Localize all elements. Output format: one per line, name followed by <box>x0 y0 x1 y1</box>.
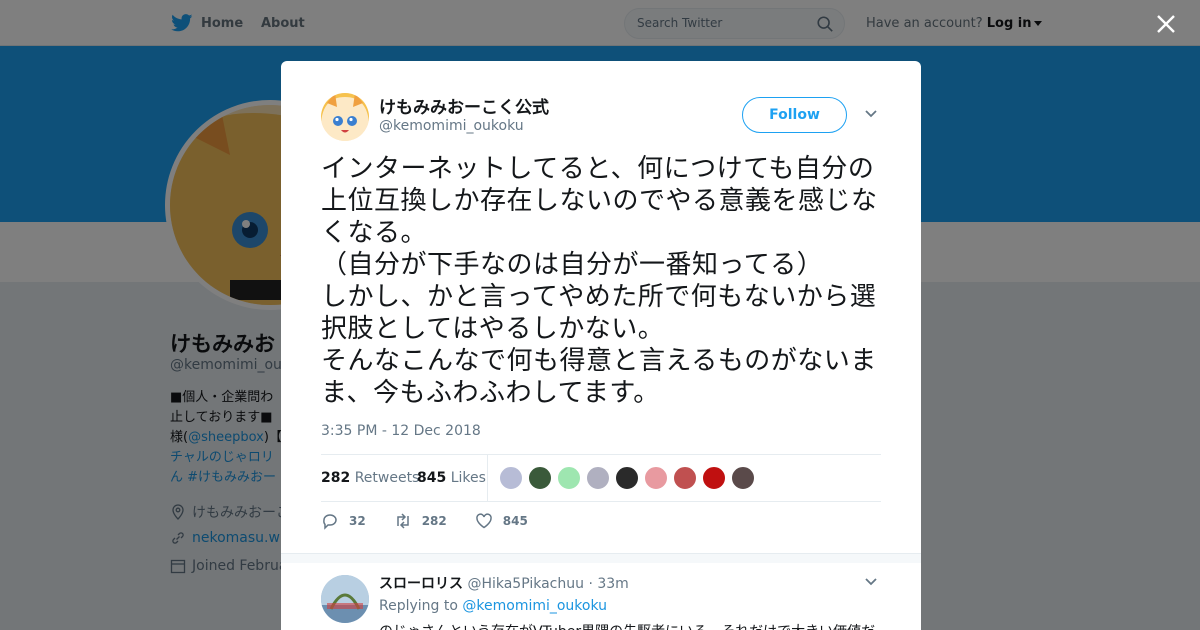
reply-icon <box>323 514 337 530</box>
tweet-actions: 32 282 845 <box>321 512 556 530</box>
retweet-action[interactable]: 282 <box>394 512 447 530</box>
follow-button[interactable]: Follow <box>742 97 847 133</box>
avatar-illustration-icon <box>321 93 369 141</box>
tweet-text: インターネットしてると、何につけても自分の上位互換しか存在しないのでやる意義を感… <box>321 154 878 408</box>
chevron-down-icon[interactable] <box>864 109 878 119</box>
reply-text: のじゃさんという存在がVTuber界隈の先駆者にいる。それだけで大きい価値だ <box>379 621 875 630</box>
reply-dot: · <box>588 576 593 592</box>
retweet-count: 282 <box>421 514 447 528</box>
reply-author-name[interactable]: スローロリス <box>379 576 463 592</box>
reply-header: スローロリス @Hika5Pikachuu · 33m <box>379 573 629 593</box>
retweets-count: 282 <box>321 470 351 486</box>
likes-label: Likes <box>450 470 486 486</box>
tweet-stats: 282 Retweets 845 Likes <box>321 454 881 502</box>
likes-stat[interactable]: 845 Likes <box>417 470 486 486</box>
liker-avatar[interactable] <box>644 466 668 490</box>
chevron-down-icon[interactable] <box>864 577 878 587</box>
liker-avatars <box>499 466 755 490</box>
reply-time[interactable]: 33m <box>597 576 628 592</box>
tweet-modal: けもみみおーこく公式 @kemomimi_oukoku Follow インターネ… <box>281 61 921 630</box>
like-action[interactable]: 845 <box>475 512 528 530</box>
reply-action[interactable]: 32 <box>321 512 366 530</box>
liker-avatar[interactable] <box>731 466 755 490</box>
replying-to-label: Replying to <box>379 598 458 614</box>
tweet-timestamp[interactable]: 3:35 PM - 12 Dec 2018 <box>321 423 481 439</box>
tweet-author-name[interactable]: けもみみおーこく公式 <box>379 93 549 118</box>
replying-to: Replying to @kemomimi_oukoku <box>379 598 607 614</box>
close-icon[interactable] <box>1154 12 1178 36</box>
liker-avatar[interactable] <box>673 466 697 490</box>
likes-count: 845 <box>417 470 447 486</box>
reply-author-handle[interactable]: @Hika5Pikachuu <box>467 576 584 592</box>
tweet-author-avatar[interactable] <box>321 93 369 141</box>
like-count: 845 <box>502 514 528 528</box>
heart-icon <box>475 513 492 529</box>
tweet-author-handle[interactable]: @kemomimi_oukoku <box>379 118 524 134</box>
liker-avatar[interactable] <box>615 466 639 490</box>
liker-avatar[interactable] <box>499 466 523 490</box>
retweets-stat[interactable]: 282 Retweets <box>321 470 419 486</box>
liker-avatar[interactable] <box>528 466 552 490</box>
avatar-illustration-icon <box>321 575 369 623</box>
reply-author-avatar[interactable] <box>321 575 369 623</box>
replying-to-link[interactable]: @kemomimi_oukoku <box>462 598 607 614</box>
liker-avatar[interactable] <box>557 466 581 490</box>
liker-avatar[interactable] <box>586 466 610 490</box>
retweet-icon <box>396 513 409 529</box>
retweets-label: Retweets <box>354 470 420 486</box>
reply-separator <box>281 553 921 563</box>
liker-avatar[interactable] <box>702 466 726 490</box>
stats-divider <box>487 455 488 501</box>
reply-count: 32 <box>349 514 366 528</box>
